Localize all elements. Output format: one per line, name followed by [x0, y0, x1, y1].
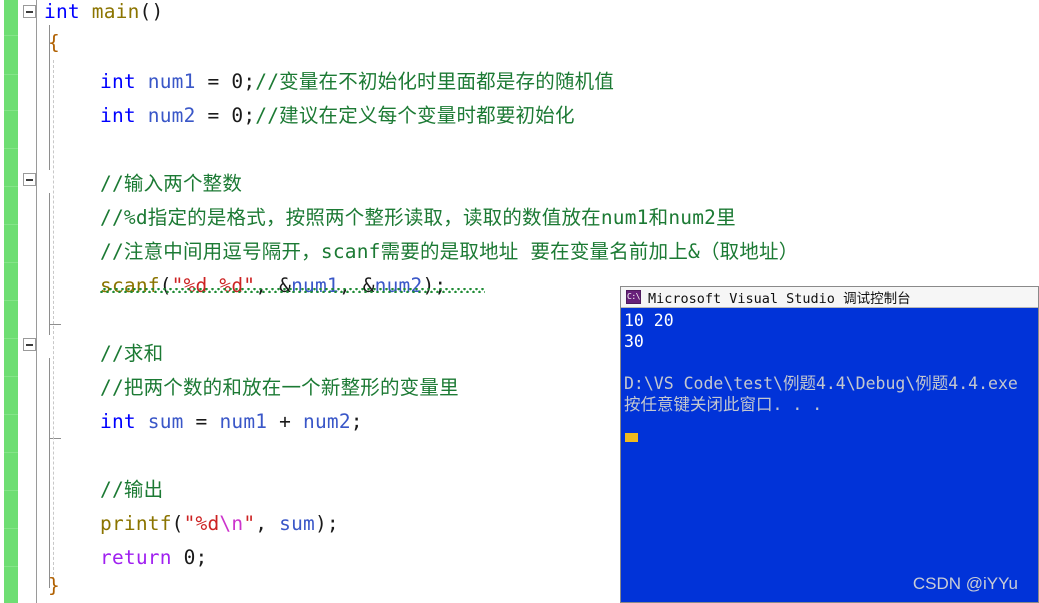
token-open-brace: {	[48, 31, 60, 54]
token-comment: //%d指定的是格式，按照两个整形读取，读取的数值放在num1和num2里	[100, 206, 736, 229]
code-line-11: //求和	[100, 338, 163, 370]
token-number-zero: 0	[231, 70, 244, 93]
token-function-scanf: scanf	[100, 274, 160, 297]
code-line-15: //输出	[100, 474, 163, 506]
token-string-literal-end: "	[243, 512, 256, 535]
csdn-watermark: CSDN @iYYu	[912, 574, 1018, 593]
token-comment: //把两个数的和放在一个新整形的变量里	[100, 376, 459, 399]
code-line-18: }	[48, 570, 60, 602]
code-line-17: return 0;	[100, 546, 208, 569]
token-comment: //注意中间用逗号隔开，scanf需要的是取地址 要在变量名前加上&（取地址）	[100, 240, 799, 263]
code-line-12: //把两个数的和放在一个新整形的变量里	[100, 372, 459, 404]
screenshot-root: int main() { int num1 = 0;//变量在不初始化时里面都是…	[0, 0, 1039, 603]
console-output-line: 30	[624, 332, 644, 351]
token-keyword-return: return	[100, 546, 172, 569]
token-identifier-sum: sum	[279, 512, 315, 535]
token-function-printf: printf	[100, 512, 172, 535]
console-output-line: 10 20	[624, 311, 674, 330]
console-exe-path-line: D:\VS Code\test\例题4.4\Debug\例题4.4.exe	[624, 374, 1018, 393]
code-line-9: scanf("%d %d", &num1, &num2);	[100, 274, 447, 297]
token-function-main: main	[91, 0, 140, 23]
token-identifier-num1: num1	[291, 274, 339, 297]
token-comment: //变量在不初始化时里面都是存的随机值	[255, 70, 615, 93]
token-identifier-num2: num2	[147, 104, 196, 127]
token-comment: //输出	[100, 478, 164, 501]
console-title-bar[interactable]: C:\ Microsoft Visual Studio 调试控制台	[621, 287, 1038, 308]
code-line-2: {	[48, 27, 60, 59]
token-close-brace: }	[48, 574, 60, 597]
token-number-zero: 0	[231, 104, 244, 127]
token-identifier-num1: num1	[219, 410, 268, 433]
code-line-7: //%d指定的是格式，按照两个整形读取，读取的数值放在num1和num2里	[100, 202, 736, 234]
code-line-6: //输入两个整数	[100, 168, 242, 200]
console-output-blank-line	[624, 352, 1038, 373]
token-comment: //输入两个整数	[100, 172, 243, 195]
console-prompt-line: 按任意键关闭此窗口. . .	[624, 395, 823, 414]
warning-squiggle-underline	[100, 288, 485, 293]
console-window-icon: C:\	[626, 290, 641, 304]
token-comment: //求和	[100, 342, 164, 365]
token-keyword-int: int	[100, 70, 136, 93]
token-number-zero: 0	[183, 546, 196, 569]
console-output-area[interactable]: 10 20 30 D:\VS Code\test\例题4.4\Debug\例题4…	[621, 308, 1038, 415]
code-line-8: //注意中间用逗号隔开，scanf需要的是取地址 要在变量名前加上&（取地址）	[100, 236, 798, 268]
token-string-literal: "%d	[183, 512, 220, 535]
token-parens: ()	[139, 0, 164, 23]
token-keyword-int: int	[100, 410, 136, 433]
console-text-cursor	[625, 433, 638, 442]
token-identifier-num2: num2	[374, 274, 423, 297]
token-comment: //建议在定义每个变量时都要初始化	[255, 104, 575, 127]
token-keyword-int: int	[44, 0, 80, 23]
code-line-1: int main()	[44, 0, 163, 28]
code-line-3: int num1 = 0;//变量在不初始化时里面都是存的随机值	[100, 70, 615, 93]
token-keyword-int: int	[100, 104, 136, 127]
token-identifier-num1: num1	[147, 70, 196, 93]
token-identifier-num2: num2	[303, 410, 351, 433]
token-identifier-sum: sum	[147, 410, 184, 433]
debug-console-window[interactable]: C:\ Microsoft Visual Studio 调试控制台 10 20 …	[620, 286, 1039, 603]
code-line-13: int sum = num1 + num2;	[100, 410, 363, 433]
console-title-text: Microsoft Visual Studio 调试控制台	[648, 291, 911, 307]
code-line-4: int num2 = 0;//建议在定义每个变量时都要初始化	[100, 104, 575, 127]
code-line-16: printf("%d\n", sum);	[100, 512, 339, 535]
token-string-literal: "%d %d"	[171, 274, 256, 297]
token-escape-newline: \n	[219, 512, 244, 535]
